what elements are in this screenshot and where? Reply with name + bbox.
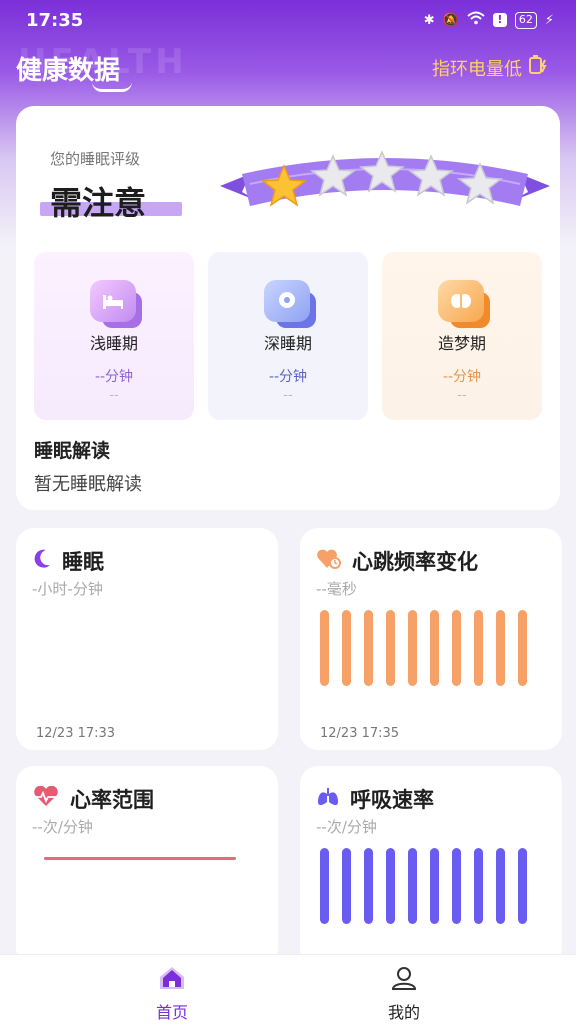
placeholder-bar [386,848,395,924]
stage-name: 造梦期 [437,334,486,353]
card-title: 心率范围 [70,788,154,812]
user-icon [390,967,418,995]
lungs-icon [316,786,340,813]
stage-rem-sleep[interactable]: 造梦期 --分钟 -- [382,252,542,420]
top-bar: HEALTH 健康数据 指环电量低 [0,40,576,96]
placeholder-bar [342,610,351,686]
brain-icon [438,280,490,328]
wifi-icon [467,11,485,29]
mute-icon: 🔕 [442,12,459,28]
status-time: 17:35 [26,9,84,31]
stage-value: --分钟 [94,369,134,385]
stage-name: 深睡期 [263,334,312,353]
placeholder-bar [364,610,373,686]
stage-deep-sleep[interactable]: 深睡期 --分钟 -- [208,252,368,420]
stage-value: --分钟 [442,369,482,385]
placeholder-bar [320,848,329,924]
interpretation-text: 暂无睡眠解读 [34,474,142,495]
placeholder-bar [518,848,527,924]
hrv-card[interactable]: 心跳频率变化 --毫秒 12/23 17:35 [300,528,562,750]
placeholder-bar [364,848,373,924]
respiratory-rate-card[interactable]: 呼吸速率 --次/分钟 [300,766,562,966]
placeholder-bar [386,610,395,686]
ring-alert-label: 指环电量低 [432,58,522,80]
placeholder-bar [518,610,527,686]
star-rating-ribbon [220,150,550,207]
placeholder-bar [342,848,351,924]
card-timestamp: 12/23 17:33 [36,726,116,741]
placeholder-bar [474,610,483,686]
status-bar: 17:35 ✱ 🔕 ! 62 ⚡ [0,0,576,40]
nav-label: 我的 [387,1003,420,1022]
sleep-rating-value: 需注意 [50,184,147,222]
status-icons: ✱ 🔕 ! 62 ⚡ [424,11,554,29]
placeholder-bar [320,610,329,686]
nav-profile[interactable]: 我的 [344,965,464,1023]
placeholder-bar [496,610,505,686]
placeholder-bar [496,848,505,924]
sleep-rating-card[interactable]: 您的睡眠评级 需注意 浅睡期 --分钟 -- 深睡期 --分钟 -- 造梦期 -… [16,106,560,510]
stage-sub: -- [283,388,293,403]
card-subtitle: -小时-分钟 [32,580,103,598]
placeholder-bar [430,610,439,686]
card-timestamp: 12/23 17:35 [320,726,400,741]
interpretation-title: 睡眠解读 [34,440,111,462]
alert-icon: ! [492,13,507,27]
battery-indicator: 62 [514,11,537,29]
card-subtitle: --次/分钟 [32,818,93,836]
stage-value: --分钟 [268,369,308,385]
card-subtitle: --次/分钟 [316,818,377,836]
placeholder-bar [430,848,439,924]
placeholder-bar [452,848,461,924]
heart-rate-range-line [44,857,236,860]
sleep-rating-label: 您的睡眠评级 [50,150,141,168]
stage-sub: -- [109,388,119,403]
bed-icon [90,280,142,328]
stage-light-sleep[interactable]: 浅睡期 --分钟 -- [34,252,194,420]
stage-sub: -- [457,388,467,403]
sleep-card[interactable]: 睡眠 -小时-分钟 12/23 17:33 [16,528,278,750]
title-smile-decoration [92,82,132,92]
placeholder-bar [452,610,461,686]
placeholder-bar [408,848,417,924]
heart-rate-range-card[interactable]: 心率范围 --次/分钟 [16,766,278,966]
charging-icon: ⚡ [544,12,554,28]
placeholder-bar [408,610,417,686]
low-battery-icon [528,54,548,81]
ring-battery-alert[interactable]: 指环电量低 [432,54,548,81]
bottom-navigation: 首页 我的 [0,954,576,1024]
card-subtitle: --毫秒 [316,580,357,598]
card-title: 睡眠 [62,550,104,574]
head-icon [264,280,316,328]
heart-pulse-icon [32,785,60,813]
stage-name: 浅睡期 [89,334,138,353]
card-title: 心跳频率变化 [352,550,478,574]
home-icon [157,967,187,995]
heart-clock-icon [316,548,342,575]
bluetooth-icon: ✱ [423,12,435,28]
nav-home[interactable]: 首页 [112,965,232,1023]
card-title: 呼吸速率 [350,788,434,812]
nav-label: 首页 [155,1003,188,1022]
moon-icon [32,548,52,575]
placeholder-bar [474,848,483,924]
